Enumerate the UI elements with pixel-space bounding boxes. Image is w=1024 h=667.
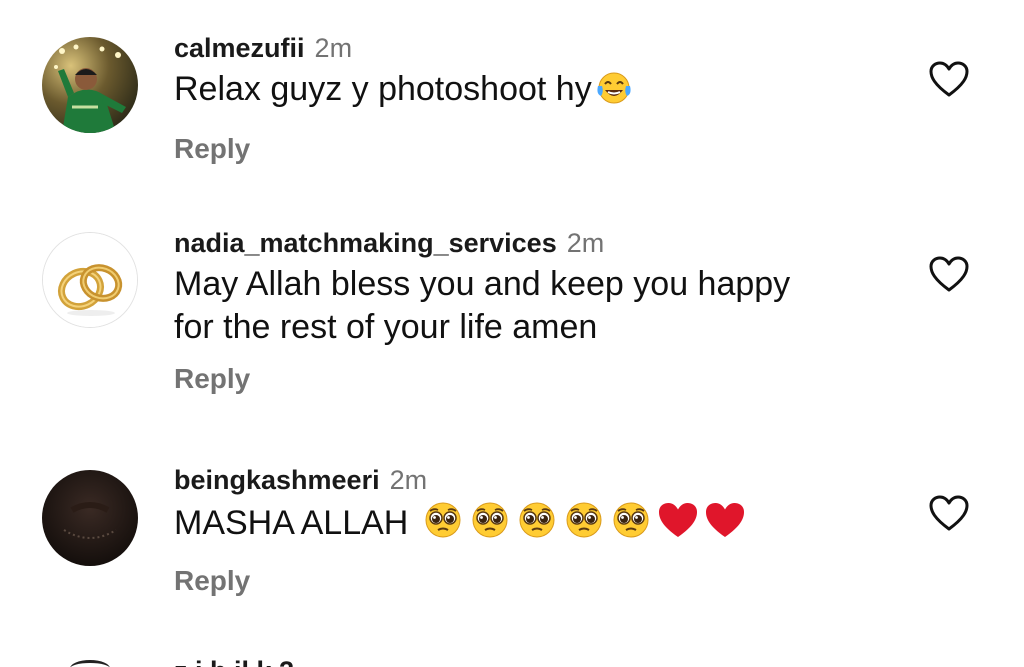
pleading-face-emoji-icon — [421, 500, 465, 551]
avatar[interactable] — [42, 470, 138, 566]
comment-list: calmezufii 2m Relax guyz y photoshoot hy … — [0, 0, 1024, 667]
username[interactable]: z i h il k 2 — [174, 656, 294, 667]
timestamp: 2m — [314, 33, 353, 63]
red-heart-emoji-icon — [656, 500, 700, 551]
comment-text: May Allah bless you and keep you happy f… — [174, 263, 874, 349]
comment-text-content: MASHA ALLAH — [174, 504, 409, 542]
comment-meta: nadia_matchmaking_services 2m — [174, 225, 874, 261]
reply-button[interactable]: Reply — [174, 563, 250, 599]
comment-text: MASHA ALLAH — [174, 500, 874, 551]
avatar[interactable] — [70, 660, 110, 667]
pleading-face-emoji-icon — [468, 500, 512, 551]
tears-of-joy-emoji-icon — [594, 70, 634, 117]
username[interactable]: calmezufii — [174, 33, 305, 63]
like-heart-icon[interactable] — [928, 255, 970, 293]
pleading-face-emoji-icon — [515, 500, 559, 551]
comment-meta: calmezufii 2m — [174, 30, 874, 66]
username[interactable]: beingkashmeeri — [174, 465, 380, 495]
comment-text-line: for the rest of your life amen — [174, 308, 598, 346]
comment-text: Relax guyz y photoshoot hy — [174, 68, 874, 117]
reply-button[interactable]: Reply — [174, 131, 250, 167]
comment-text-content: Relax guyz y photoshoot hy — [174, 70, 592, 108]
like-heart-icon[interactable] — [928, 494, 970, 532]
avatar[interactable] — [42, 232, 138, 328]
timestamp: 2m — [389, 465, 428, 495]
like-heart-icon[interactable] — [928, 60, 970, 98]
avatar[interactable] — [42, 37, 138, 133]
timestamp: 2m — [566, 228, 605, 258]
pleading-face-emoji-icon — [609, 500, 653, 551]
comment-text-line: May Allah bless you and keep you happy — [174, 265, 791, 303]
comment-meta: beingkashmeeri 2m — [174, 462, 874, 498]
red-heart-emoji-icon — [703, 500, 747, 551]
reply-button[interactable]: Reply — [174, 361, 250, 397]
emoji-row — [418, 502, 747, 542]
username[interactable]: nadia_matchmaking_services — [174, 228, 557, 258]
pleading-face-emoji-icon — [562, 500, 606, 551]
